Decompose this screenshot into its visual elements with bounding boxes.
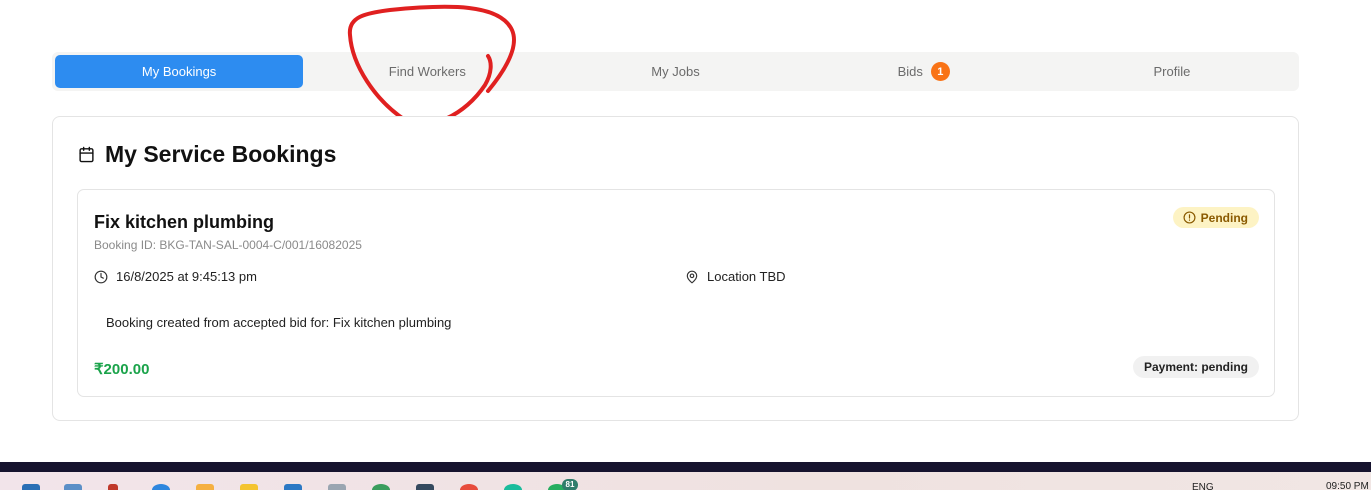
tab-my-bookings[interactable]: My Bookings bbox=[55, 55, 304, 88]
tab-find-workers[interactable]: Find Workers bbox=[303, 55, 551, 88]
clock-icon bbox=[94, 270, 108, 283]
calendar-icon bbox=[79, 146, 94, 163]
section-title-text: My Service Bookings bbox=[105, 141, 337, 167]
payment-status-badge: Payment: pending bbox=[1132, 356, 1259, 378]
chrome-icon[interactable] bbox=[460, 484, 478, 490]
status-label: Pending bbox=[1200, 210, 1248, 225]
booking-note: Booking created from accepted bid for: F… bbox=[106, 315, 452, 330]
taskbar-edge bbox=[0, 462, 1371, 472]
booking-location: Location TBD bbox=[685, 269, 786, 284]
booking-id: Booking ID: BKG-TAN-SAL-0004-C/001/16082… bbox=[94, 238, 362, 252]
edge-icon[interactable] bbox=[372, 484, 390, 490]
datetime-text: 16/8/2025 at 9:45:13 pm bbox=[116, 269, 257, 284]
tab-my-jobs[interactable]: My Jobs bbox=[551, 55, 799, 88]
nav-tabs: My Bookings Find Workers My Jobs Bids 1 … bbox=[52, 52, 1299, 91]
notification-badge: 81 bbox=[562, 479, 578, 490]
section-title: My Service Bookings bbox=[78, 141, 336, 168]
booking-item[interactable]: Fix kitchen plumbing Booking ID: BKG-TAN… bbox=[77, 189, 1275, 397]
tab-label: Bids bbox=[897, 64, 923, 79]
weather-icon[interactable] bbox=[196, 484, 214, 490]
task-view-icon[interactable] bbox=[64, 484, 82, 490]
clock[interactable]: 09:50 PM bbox=[1326, 481, 1369, 490]
vscode-icon[interactable] bbox=[284, 484, 302, 490]
map-pin-icon bbox=[686, 270, 698, 283]
language-indicator[interactable]: ENG bbox=[1192, 482, 1214, 490]
bids-count-badge: 1 bbox=[930, 62, 950, 81]
browser-icon[interactable] bbox=[152, 484, 170, 490]
tab-bids[interactable]: Bids 1 bbox=[800, 55, 1048, 88]
tab-label: Profile bbox=[1153, 64, 1191, 79]
tab-profile[interactable]: Profile bbox=[1048, 55, 1296, 88]
file-explorer-icon[interactable] bbox=[240, 484, 258, 490]
booking-datetime: 16/8/2025 at 9:45:13 pm bbox=[94, 269, 257, 284]
app-icon[interactable] bbox=[504, 484, 522, 490]
status-badge: Pending bbox=[1172, 207, 1259, 228]
bookings-card: My Service Bookings Fix kitchen plumbing… bbox=[52, 116, 1299, 421]
alert-circle-icon bbox=[1183, 211, 1196, 224]
booking-title: Fix kitchen plumbing bbox=[94, 212, 275, 232]
tab-label: My Jobs bbox=[651, 64, 700, 79]
notepad-icon[interactable] bbox=[328, 484, 346, 490]
start-icon[interactable] bbox=[22, 484, 40, 490]
booking-amount: ₹200.00 bbox=[94, 361, 150, 378]
app-icon[interactable] bbox=[416, 484, 434, 490]
location-text: Location TBD bbox=[707, 269, 786, 284]
app-icon[interactable] bbox=[108, 484, 118, 490]
tab-label: Find Workers bbox=[388, 64, 466, 79]
tab-label: My Bookings bbox=[141, 64, 217, 79]
taskbar: 81 ENG 09:50 PM bbox=[0, 472, 1371, 490]
